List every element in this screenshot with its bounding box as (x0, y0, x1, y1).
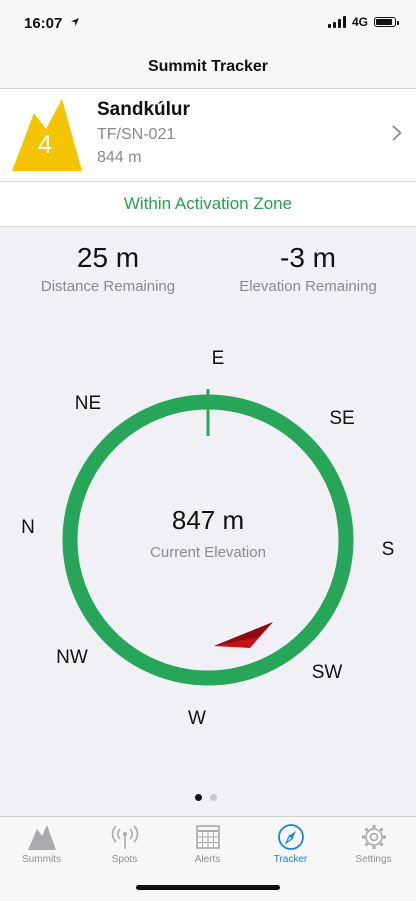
navigation-bar: Summit Tracker (0, 46, 416, 89)
compass-label-w: W (188, 708, 206, 729)
mountain-icon (27, 825, 56, 850)
broadcast-icon (111, 825, 138, 849)
summit-name: Sandkúlur (97, 99, 190, 120)
network-type: 4G (351, 15, 368, 29)
page-dot-1[interactable] (195, 794, 202, 801)
tab-alerts[interactable]: Alerts (166, 823, 249, 865)
signal-icon (327, 16, 346, 28)
compass-label-e: E (211, 348, 225, 369)
elevation-remaining-value: -3 m (280, 242, 336, 273)
tab-label-summits: Summits (22, 854, 61, 865)
gear-icon (361, 825, 386, 849)
summit-reference: TF/SN-021 (97, 126, 176, 143)
tab-summits[interactable]: Summits (0, 823, 83, 865)
battery-level (376, 19, 393, 25)
summit-points-badge: 4 (12, 99, 82, 171)
summit-card[interactable]: 4 Sandkúlur TF/SN-021 844 m (0, 89, 416, 182)
summit-points-value: 4 (37, 129, 53, 159)
page-control[interactable] (195, 794, 217, 801)
elevation-remaining-label: Elevation Remaining (239, 278, 377, 295)
tab-label-settings: Settings (355, 854, 392, 865)
current-elevation-value: 847 m (171, 505, 245, 535)
compass-label-nw: NW (56, 647, 88, 668)
compass-label-se: SE (329, 408, 355, 429)
calendar-icon (195, 825, 220, 849)
current-elevation-label: Current Elevation (150, 544, 266, 561)
compass-label-sw: SW (311, 662, 343, 683)
activation-zone-status: Within Activation Zone (0, 182, 416, 227)
distance-remaining: 25 m Distance Remaining (13, 242, 203, 295)
status-indicators: 4G (327, 15, 399, 29)
battery-icon (374, 17, 399, 27)
summit-altitude: 844 m (97, 149, 142, 166)
tab-label-spots: Spots (111, 854, 138, 865)
direction-arrow-icon (214, 622, 273, 648)
compass-label-n: N (21, 517, 35, 538)
tab-tracker[interactable]: Tracker (249, 823, 332, 865)
status-bar: 16:07 4G (0, 0, 416, 46)
compass-ring (62, 394, 354, 686)
compass-label-ne: NE (74, 393, 102, 414)
home-indicator (136, 885, 280, 890)
tab-settings[interactable]: Settings (332, 823, 415, 865)
distance-label: Distance Remaining (40, 278, 176, 295)
tab-label-tracker: Tracker (273, 854, 308, 865)
distance-value: 25 m (76, 242, 140, 273)
status-time: 16:07 (24, 15, 63, 32)
tab-label-alerts: Alerts (194, 854, 221, 865)
page-title: Summit Tracker (147, 58, 269, 75)
tab-spots[interactable]: Spots (83, 823, 166, 865)
compass-label-s: S (381, 539, 395, 560)
page-dot-2[interactable] (210, 794, 217, 801)
location-arrow-icon (71, 18, 79, 26)
elevation-remaining: -3 m Elevation Remaining (213, 242, 403, 295)
compass-icon (277, 824, 304, 850)
chevron-right-icon[interactable] (392, 125, 402, 141)
